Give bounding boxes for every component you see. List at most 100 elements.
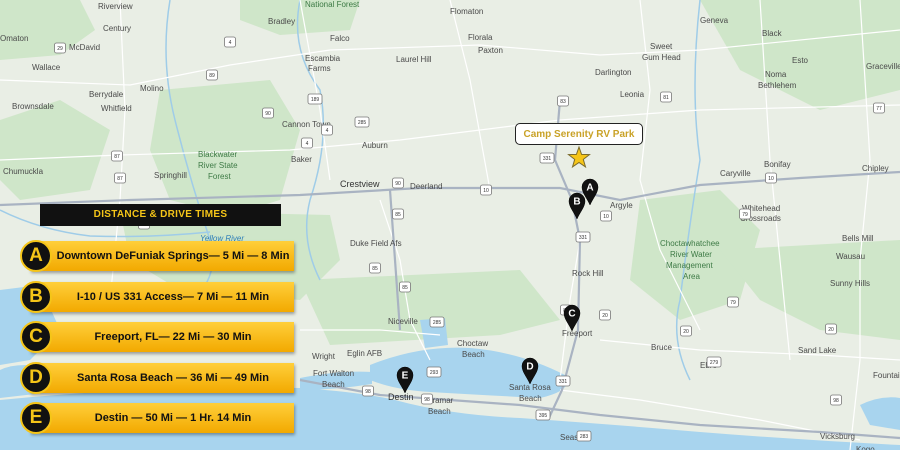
svg-text:331: 331 bbox=[579, 235, 588, 241]
place-label: Florala bbox=[468, 33, 493, 42]
svg-text:85: 85 bbox=[372, 266, 378, 272]
legend-row-c[interactable]: Freeport, FL— 22 Mi — 30 Min C bbox=[20, 321, 294, 353]
place-label: Management bbox=[666, 261, 713, 270]
place-label: Noma bbox=[765, 70, 787, 79]
legend-badge-d: D bbox=[20, 362, 52, 394]
place-label: Wright bbox=[312, 352, 336, 361]
route-shield: 98 bbox=[830, 394, 842, 406]
place-label: Paxton bbox=[478, 46, 503, 55]
route-shield: 85 bbox=[392, 208, 404, 220]
place-label: Baker bbox=[291, 155, 312, 164]
place-label: Gum Head bbox=[642, 53, 681, 62]
svg-text:4: 4 bbox=[326, 128, 329, 134]
svg-text:81: 81 bbox=[663, 95, 669, 101]
svg-text:189: 189 bbox=[311, 97, 320, 103]
svg-text:10: 10 bbox=[603, 214, 609, 220]
place-label: Bradley bbox=[268, 17, 295, 26]
place-label: Bethlehem bbox=[758, 81, 797, 90]
svg-text:87: 87 bbox=[117, 176, 123, 182]
route-shield: 77 bbox=[873, 102, 885, 114]
svg-text:89: 89 bbox=[209, 73, 215, 79]
legend-row-text: I-10 / US 331 Access— 7 Mi — 11 Min bbox=[30, 282, 294, 312]
place-label: Molino bbox=[140, 84, 164, 93]
place-label: Argyle bbox=[610, 201, 633, 210]
svg-text:C: C bbox=[568, 309, 575, 320]
svg-text:98: 98 bbox=[424, 397, 430, 403]
svg-text:79: 79 bbox=[742, 212, 748, 218]
place-label: Wallace bbox=[32, 63, 61, 72]
place-label: Vicksburg bbox=[820, 432, 855, 441]
place-label: Caryville bbox=[720, 169, 751, 178]
place-label: River State bbox=[198, 161, 238, 170]
route-shield: 20 bbox=[680, 325, 692, 337]
route-shield: 189 bbox=[307, 93, 323, 105]
place-label: Fort Walton bbox=[313, 369, 354, 378]
legend-row-b[interactable]: I-10 / US 331 Access— 7 Mi — 11 Min B bbox=[20, 281, 294, 313]
park-callout[interactable]: Camp Serenity RV Park bbox=[515, 123, 643, 145]
route-shield: 285 bbox=[354, 116, 370, 128]
svg-text:395: 395 bbox=[539, 413, 548, 419]
place-label: National Forest bbox=[305, 0, 360, 9]
place-label: Farms bbox=[308, 64, 331, 73]
svg-text:20: 20 bbox=[828, 327, 834, 333]
svg-text:10: 10 bbox=[483, 188, 489, 194]
legend-badge-e: E bbox=[20, 402, 52, 434]
place-label: Flomaton bbox=[450, 7, 483, 16]
place-label: Wausau bbox=[836, 252, 865, 261]
route-shield: 79 bbox=[739, 208, 751, 220]
route-shield: 331 bbox=[575, 231, 591, 243]
svg-text:20: 20 bbox=[602, 313, 608, 319]
place-label: Rock Hill bbox=[572, 269, 604, 278]
place-label: Bonifay bbox=[764, 160, 791, 169]
place-label: McDavid bbox=[69, 43, 100, 52]
route-shield: 279 bbox=[706, 356, 722, 368]
place-label: Brownsdale bbox=[12, 102, 54, 111]
legend-row-d[interactable]: Santa Rosa Beach — 36 Mi — 49 Min D bbox=[20, 362, 294, 394]
place-label: Fountain bbox=[873, 371, 900, 380]
svg-text:29: 29 bbox=[57, 46, 63, 52]
svg-text:A: A bbox=[586, 183, 593, 194]
place-label: Area bbox=[683, 272, 700, 281]
route-shield: 4 bbox=[321, 124, 333, 136]
place-label: Forest bbox=[208, 172, 231, 181]
route-shield: 87 bbox=[111, 150, 123, 162]
place-label: Beach bbox=[428, 407, 451, 416]
svg-text:79: 79 bbox=[730, 300, 736, 306]
route-shield: 87 bbox=[114, 172, 126, 184]
place-label: Santa Rosa bbox=[509, 383, 551, 392]
route-shield: 89 bbox=[206, 69, 218, 81]
place-label: Beach bbox=[462, 350, 485, 359]
svg-text:D: D bbox=[526, 362, 533, 373]
route-shield: 293 bbox=[426, 366, 442, 378]
svg-text:4: 4 bbox=[306, 141, 309, 147]
route-shield: 81 bbox=[660, 91, 672, 103]
place-label: Graceville bbox=[866, 62, 900, 71]
svg-text:98: 98 bbox=[365, 389, 371, 395]
svg-text:83: 83 bbox=[560, 99, 566, 105]
place-label: Chipley bbox=[862, 164, 889, 173]
svg-text:293: 293 bbox=[430, 370, 439, 376]
route-shield: 85 bbox=[369, 262, 381, 274]
route-shield: 90 bbox=[392, 177, 404, 189]
route-shield: 20 bbox=[825, 323, 837, 335]
legend-row-a[interactable]: Downtown DeFuniak Springs— 5 Mi — 8 Min … bbox=[20, 240, 294, 272]
route-shield: 79 bbox=[727, 296, 739, 308]
route-shield: 331 bbox=[539, 152, 555, 164]
route-shield: 29 bbox=[54, 42, 66, 54]
place-label: Crestview bbox=[340, 179, 380, 189]
place-label: Blackwater bbox=[198, 150, 237, 159]
place-label: Eglin AFB bbox=[347, 349, 382, 358]
route-shield: 20 bbox=[599, 309, 611, 321]
place-label: Geneva bbox=[700, 16, 729, 25]
svg-text:90: 90 bbox=[395, 181, 401, 187]
place-label: Century bbox=[103, 24, 131, 33]
route-shield: 4 bbox=[224, 36, 236, 48]
legend-row-e[interactable]: Destin — 50 Mi — 1 Hr. 14 Min E bbox=[20, 402, 294, 434]
route-shield: 98 bbox=[421, 393, 433, 405]
legend-row-text: Santa Rosa Beach — 36 Mi — 49 Min bbox=[30, 363, 294, 393]
place-label: Darlington bbox=[595, 68, 631, 77]
place-label: Auburn bbox=[362, 141, 388, 150]
svg-text:90: 90 bbox=[265, 111, 271, 117]
legend-row-text: Downtown DeFuniak Springs— 5 Mi — 8 Min bbox=[30, 241, 294, 271]
place-label: Beach bbox=[322, 380, 345, 389]
